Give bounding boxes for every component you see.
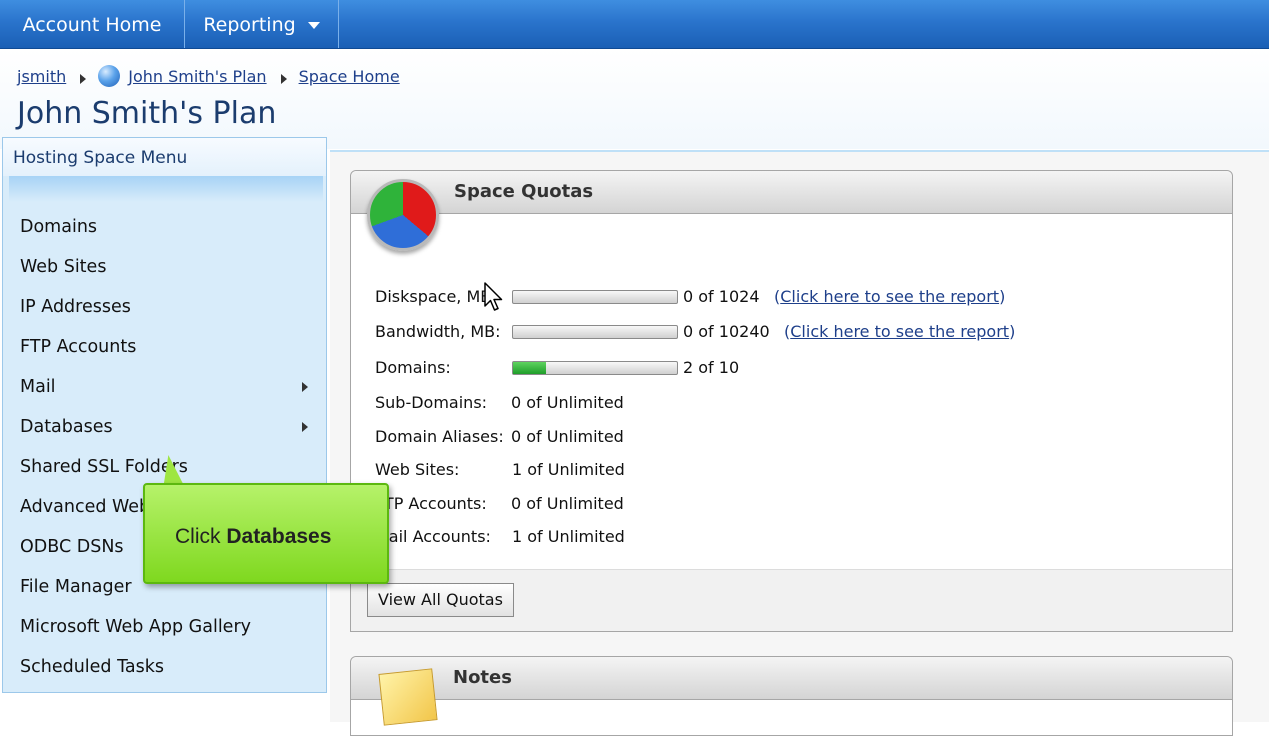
callout-text: Click Databases [175,525,331,549]
chevron-down-icon [307,22,320,29]
see-report-link-text: Click here to see the report [780,287,1000,306]
quota-label: Domain Aliases: [375,427,504,446]
breadcrumb-separator-icon [280,74,287,84]
quota-row: Domains: 2 of 10 [375,356,1215,380]
sidebar-item-ftp-accounts[interactable]: FTP Accounts [20,332,310,362]
quota-value: 1 of Unlimited [512,460,625,479]
quota-value: 1 of Unlimited [512,527,625,546]
view-all-quotas-button[interactable]: View All Quotas [367,583,514,617]
paren: ) [999,287,1006,306]
callout-prefix: Click [175,525,227,548]
quota-label: FTP Accounts: [375,494,487,513]
see-report-link[interactable]: (Click here to see the report) [774,285,1005,309]
quota-progress-bar [512,325,678,339]
notes-panel: Notes [350,656,1233,736]
space-quotas-header: Space Quotas [351,171,1232,214]
sidebar-item-mail[interactable]: Mail [20,372,310,402]
quota-label: Web Sites: [375,460,460,479]
quota-value: 2 of 10 [683,358,740,377]
see-report-link[interactable]: (Click here to see the report) [784,320,1015,344]
sidebar-item-label: ODBC DSNs [20,537,124,557]
breadcrumb-user-link[interactable]: jsmith [17,67,66,86]
space-quotas-footer: View All Quotas [351,569,1232,631]
tutorial-callout: Click Databases [143,483,389,584]
sidebar-title: Hosting Space Menu [3,138,326,176]
tab-reporting-label: Reporting [203,14,296,36]
quota-value: 0 of Unlimited [511,427,624,446]
quota-label: Mail Accounts: [375,527,491,546]
tab-account-home[interactable]: Account Home [0,0,185,48]
tab-account-home-label: Account Home [22,14,162,36]
breadcrumb-space-home-link[interactable]: Space Home [299,67,400,86]
top-nav: Account Home Reporting [0,0,1269,49]
sidebar-item-label: Mail [20,377,56,397]
quota-value: 0 of Unlimited [511,494,624,513]
sidebar-divider [9,176,323,202]
notes-icon [378,668,438,726]
breadcrumb: jsmith John Smith's Plan Space Home [17,64,400,88]
sidebar-item-label: Web Sites [20,257,107,277]
globe-icon [98,65,121,87]
sidebar-item-web-sites[interactable]: Web Sites [20,252,310,282]
mouse-cursor-icon [484,282,503,311]
sidebar-item-scheduled-tasks[interactable]: Scheduled Tasks [20,652,310,682]
quota-label: Sub-Domains: [375,393,488,412]
callout-emphasis: Databases [226,525,332,548]
quota-value: 0 of Unlimited [511,393,624,412]
quota-progress-bar [512,361,678,375]
breadcrumb-plan-link[interactable]: John Smith's Plan [128,67,266,86]
quota-row: Mail Accounts: 1 of Unlimited [375,525,1215,549]
chevron-right-icon [302,422,308,432]
sidebar-item-label: FTP Accounts [20,337,137,357]
notes-header: Notes [351,657,1232,700]
quota-label: Domains: [375,358,451,377]
sidebar-item-domains[interactable]: Domains [20,212,310,242]
pie-chart-icon [367,179,439,251]
sidebar-item-databases[interactable]: Databases [20,412,310,442]
sidebar-item-label: Scheduled Tasks [20,657,164,677]
quota-progress-bar [512,290,678,304]
quota-row: Domain Aliases: 0 of Unlimited [375,425,1215,449]
page-title: John Smith's Plan [17,96,277,131]
tab-reporting[interactable]: Reporting [185,0,339,48]
sidebar-item-label: Domains [20,217,98,237]
breadcrumb-separator-icon [80,74,87,84]
quota-row: FTP Accounts: 0 of Unlimited [375,492,1215,516]
hosting-space-menu: Hosting Space Menu Domains Web Sites IP Ad… [2,137,327,693]
quota-row: Sub-Domains: 0 of Unlimited [375,391,1215,415]
see-report-link-text: Click here to see the report [790,322,1010,341]
quota-label: Diskspace, MB: [375,287,497,306]
chevron-right-icon [302,382,308,392]
sidebar-item-ip-addresses[interactable]: IP Addresses [20,292,310,322]
quota-row: Bandwidth, MB: 0 of 10240 (Click here to s… [375,320,1215,344]
notes-title: Notes [453,667,512,688]
sidebar-item-label: Microsoft Web App Gallery [20,617,251,637]
quota-value: 0 of 1024 [683,287,760,306]
space-quotas-title: Space Quotas [454,181,594,202]
sidebar-item-label: Databases [20,417,113,437]
space-quotas-panel: Space Quotas Diskspace, MB: 0 of 1024 (Cli… [350,170,1233,632]
quota-label: Bandwidth, MB: [375,322,501,341]
sidebar-item-label: Advanced Web [20,497,151,517]
sidebar-item-label: File Manager [20,577,132,597]
sidebar-item-microsoft-web-app-gallery[interactable]: Microsoft Web App Gallery [20,612,310,642]
quota-progress-fill [513,362,546,374]
quota-row: Web Sites: 1 of Unlimited [375,458,1215,482]
paren: ) [1009,322,1016,341]
quota-value: 0 of 10240 [683,322,770,341]
sidebar-item-label: IP Addresses [20,297,131,317]
